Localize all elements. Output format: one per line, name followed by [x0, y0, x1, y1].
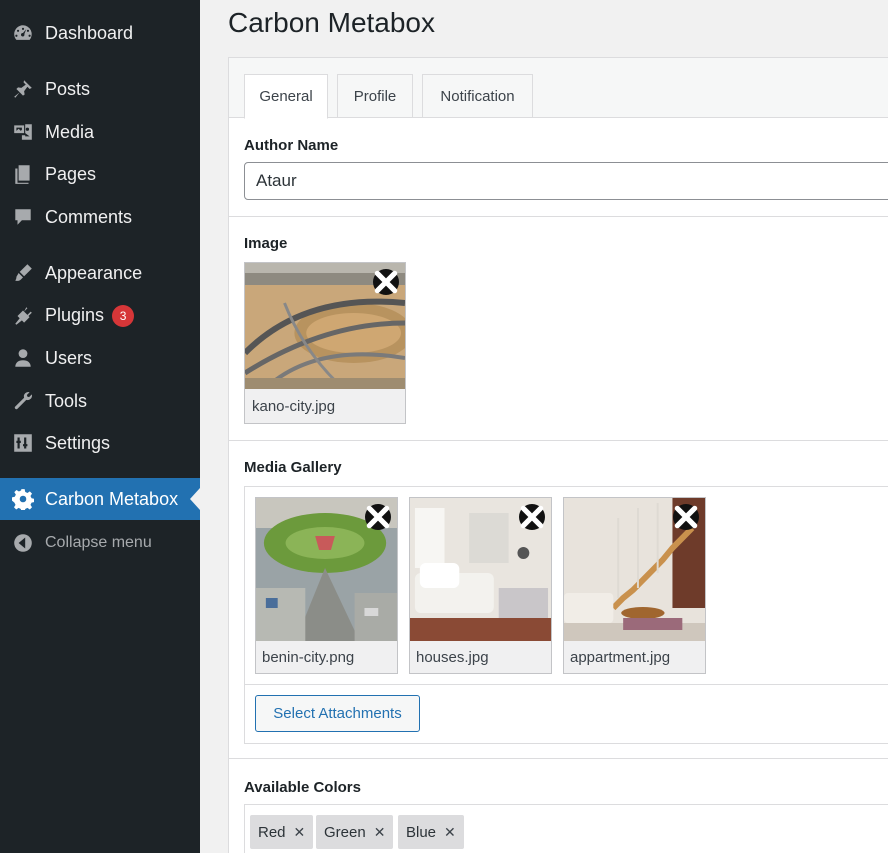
image-filename: kano-city.jpg	[245, 389, 405, 423]
media-gallery-label: Media Gallery	[244, 459, 342, 476]
color-tag-green: Green ✕	[316, 815, 394, 849]
gallery-item-filename: appartment.jpg	[570, 648, 671, 666]
kano-city-photo	[245, 263, 405, 389]
page-title: Carbon Metabox	[228, 7, 436, 38]
sidebar-item-carbon-metabox[interactable]: Carbon Metabox	[0, 478, 200, 520]
image-thumbnail[interactable]: kano-city.jpg	[244, 262, 406, 424]
dashboard-icon	[11, 21, 35, 45]
wrench-icon	[11, 389, 35, 413]
gallery-item[interactable]: benin-city.png	[255, 497, 398, 674]
comment-icon	[11, 205, 35, 229]
sidebar-item-label: Media	[45, 121, 95, 142]
media-gallery-box: benin-city.png houses.jpg appartment.jpg…	[244, 486, 888, 744]
sidebar-item-settings[interactable]: Settings	[0, 423, 200, 463]
close-icon	[374, 270, 398, 294]
remove-gallery-item-button[interactable]	[673, 504, 699, 530]
remove-tag-icon[interactable]: ✕	[294, 824, 306, 841]
sidebar-item-label: Dashboard	[45, 22, 134, 43]
sidebar-item-dashboard[interactable]: Dashboard	[0, 13, 200, 53]
gallery-divider	[245, 684, 888, 685]
houses-photo	[410, 498, 551, 641]
sidebar-item-media[interactable]: Media	[0, 112, 200, 152]
admin-sidebar: Dashboard Posts Media Pages Comments App…	[0, 0, 200, 853]
user-icon	[11, 346, 35, 370]
select-attachments-button[interactable]: Select Attachments	[255, 695, 420, 732]
sidebar-item-label: Collapse menu	[45, 534, 152, 551]
close-icon	[366, 505, 390, 529]
sidebar-item-pages[interactable]: Pages	[0, 154, 200, 194]
sidebar-item-label: Tools	[45, 390, 88, 411]
author-name-input[interactable]	[244, 162, 888, 200]
tab-general[interactable]: General	[244, 74, 328, 119]
benin-city-photo	[256, 498, 397, 641]
gallery-item[interactable]: houses.jpg	[409, 497, 552, 674]
pin-icon	[11, 77, 35, 101]
collapse-icon	[11, 531, 35, 555]
gallery-item-filename: benin-city.png	[262, 648, 355, 666]
pages-icon	[11, 162, 35, 186]
available-colors-label: Available Colors	[244, 779, 361, 796]
remove-image-button[interactable]	[373, 269, 399, 295]
settings-icon	[11, 431, 35, 455]
sidebar-item-label: Plugins 3	[45, 305, 135, 328]
sidebar-item-tools[interactable]: Tools	[0, 381, 200, 421]
collapse-menu-button[interactable]: Collapse menu	[0, 523, 200, 563]
sidebar-item-appearance[interactable]: Appearance	[0, 253, 200, 293]
gallery-item[interactable]: appartment.jpg	[563, 497, 706, 674]
appartment-photo	[564, 498, 705, 641]
colors-select[interactable]: Red ✕ Green ✕ Blue ✕	[244, 804, 888, 853]
tab-notification[interactable]: Notification	[422, 74, 533, 118]
sidebar-item-posts[interactable]: Posts	[0, 69, 200, 109]
sidebar-item-label: Comments	[45, 206, 133, 227]
sidebar-item-label: Users	[45, 347, 93, 368]
image-label: Image	[244, 235, 288, 252]
color-tag-red: Red ✕	[250, 815, 314, 849]
gallery-item-filename: houses.jpg	[416, 648, 489, 666]
close-icon	[520, 505, 544, 529]
tab-profile[interactable]: Profile	[337, 74, 413, 118]
remove-gallery-item-button[interactable]	[519, 504, 545, 530]
sidebar-item-users[interactable]: Users	[0, 338, 200, 378]
sidebar-item-label: Pages	[45, 163, 97, 184]
color-tag-blue: Blue ✕	[398, 815, 464, 849]
sidebar-item-comments[interactable]: Comments	[0, 197, 200, 237]
media-icon	[11, 120, 35, 144]
sidebar-item-label: Appearance	[45, 262, 143, 283]
sidebar-item-label: Settings	[45, 432, 111, 453]
close-icon	[674, 505, 698, 529]
gear-icon	[11, 487, 35, 511]
remove-tag-icon[interactable]: ✕	[444, 824, 456, 841]
brush-icon	[11, 261, 35, 285]
plugins-update-badge: 3	[112, 305, 135, 328]
plug-icon	[11, 304, 35, 328]
image-section: Image kano-city.jpg	[229, 217, 888, 441]
sidebar-item-label: Carbon Metabox	[45, 488, 179, 509]
sidebar-item-label: Posts	[45, 78, 91, 99]
author-name-label: Author Name	[244, 137, 339, 154]
metabox-container: General Profile Notification Author Name…	[228, 57, 888, 853]
tabs-bar: General Profile Notification	[229, 58, 888, 119]
remove-gallery-item-button[interactable]	[365, 504, 391, 530]
sidebar-item-plugins[interactable]: Plugins 3	[0, 296, 200, 336]
remove-tag-icon[interactable]: ✕	[374, 824, 386, 841]
